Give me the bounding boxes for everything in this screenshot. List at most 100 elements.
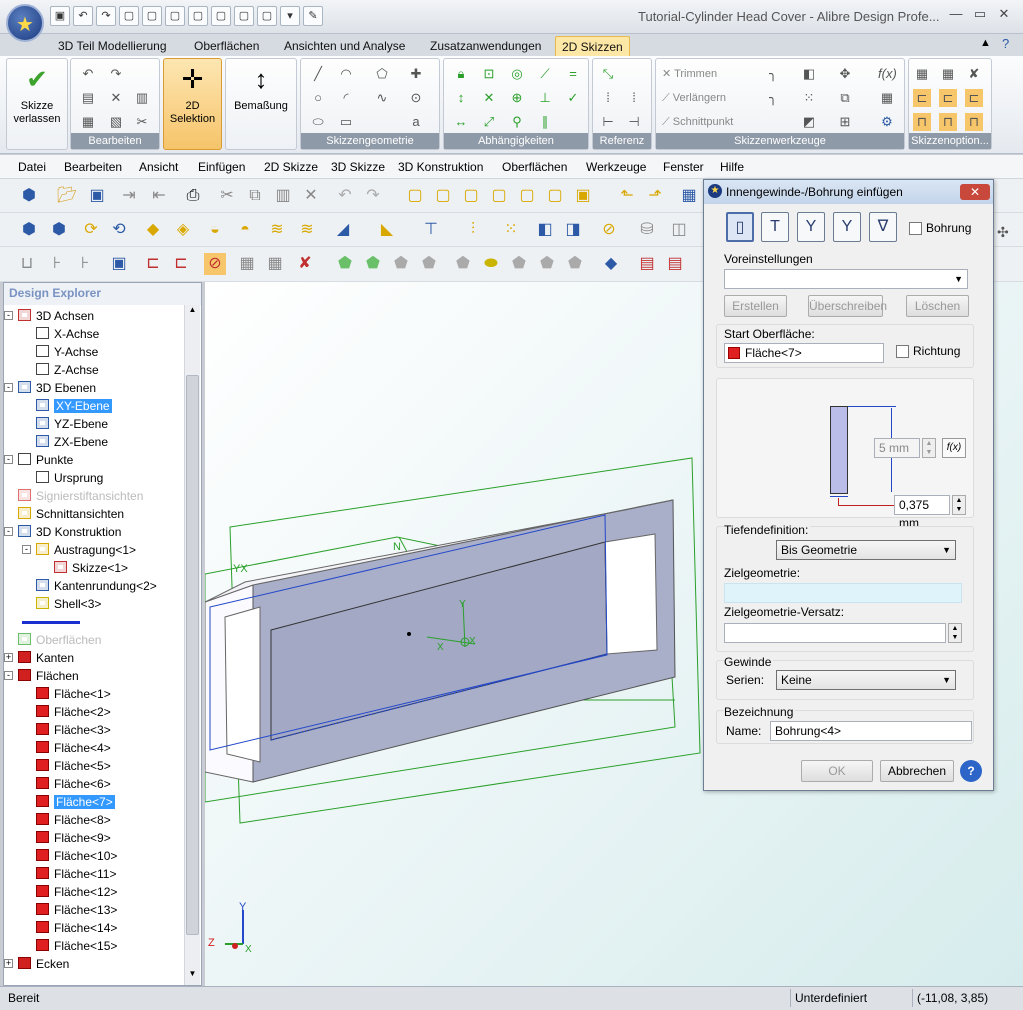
qat-customize-icon[interactable]: ▾: [280, 6, 300, 26]
grid-icon[interactable]: ▦: [913, 65, 931, 83]
extrude-boss-icon[interactable]: ⬢: [18, 219, 40, 241]
midpoint-icon[interactable]: ⊕: [508, 89, 526, 107]
extend-button[interactable]: ⟋ Verlängern: [662, 89, 726, 107]
show-ref-icon[interactable]: ⊓: [939, 113, 957, 131]
view-left-icon[interactable]: ▢: [460, 185, 482, 207]
copy-icon[interactable]: ⧉: [244, 185, 266, 207]
snap-grid-icon[interactable]: ▦: [939, 65, 957, 83]
dialog-help-icon[interactable]: ?: [960, 760, 982, 782]
tree-item[interactable]: Signierstiftansichten: [18, 487, 143, 505]
tree-item[interactable]: Fläche<13>: [36, 901, 117, 919]
coincident-icon[interactable]: ⊡: [480, 65, 498, 83]
symmetric-icon[interactable]: ⚲: [508, 113, 526, 131]
menu-3d-konstruktion[interactable]: 3D Konstruktion: [398, 160, 483, 174]
fix-icon[interactable]: ✓: [564, 89, 582, 107]
scroll-thumb[interactable]: [186, 375, 199, 935]
series-select[interactable]: Keine: [776, 670, 956, 690]
reference-project-icon[interactable]: ⊢: [599, 113, 617, 131]
tree-item[interactable]: Skizze<1>: [54, 559, 128, 577]
pdf-export-icon[interactable]: ▤: [664, 253, 686, 275]
delete-preset-button[interactable]: Löschen: [906, 295, 969, 317]
scissors-icon[interactable]: ✂: [133, 113, 151, 131]
circle-center-icon[interactable]: ⊙: [407, 89, 425, 107]
tree-collapse-icon[interactable]: -: [4, 311, 13, 320]
redo-icon[interactable]: ↷: [362, 185, 384, 207]
tree-item[interactable]: Kantenrundung<2>: [36, 577, 157, 595]
tree-collapse-icon[interactable]: -: [4, 527, 13, 536]
sketch-rect2-icon[interactable]: ⊏: [170, 253, 192, 275]
tree-item[interactable]: - 3D Achsen: [4, 307, 94, 325]
pdf-icon[interactable]: ▤: [636, 253, 658, 275]
view-front-icon[interactable]: ▢: [404, 185, 426, 207]
hole-counterbore-button[interactable]: T: [761, 212, 789, 242]
plane-insert-icon[interactable]: ⊘: [598, 219, 620, 241]
scroll-down-icon[interactable]: ▼: [186, 969, 199, 983]
tree-expand-icon[interactable]: +: [4, 653, 13, 662]
help-icon[interactable]: ?: [1002, 36, 1009, 51]
revolve-icon[interactable]: ⟳: [80, 219, 102, 241]
clipboard-icon[interactable]: ▦: [79, 113, 97, 131]
undo-icon[interactable]: ↶: [334, 185, 356, 207]
lock-icon[interactable]: 🔒︎: [452, 65, 470, 83]
view-back-icon[interactable]: ▢: [142, 6, 162, 26]
helix-icon[interactable]: ≋: [266, 219, 288, 241]
diameter-field[interactable]: 0,375 mm: [894, 495, 950, 530]
intersection-icon[interactable]: ✕: [480, 89, 498, 107]
tree-item[interactable]: Fläche<12>: [36, 883, 117, 901]
point-icon[interactable]: ✚: [407, 65, 425, 83]
reference-line-icon[interactable]: ⤡: [599, 65, 617, 83]
surface-3-icon[interactable]: ⬟: [390, 253, 412, 275]
tab-add-ons[interactable]: Zusatzanwendungen: [430, 36, 541, 56]
text-icon[interactable]: a: [407, 113, 425, 131]
surface-2-icon[interactable]: ⬟: [362, 253, 384, 275]
perpendicular-icon[interactable]: ⊥: [536, 89, 554, 107]
reference-project2-icon[interactable]: ⊣: [625, 113, 643, 131]
show-constraints-icon[interactable]: ⊏: [913, 89, 931, 107]
sketch-dimension2-icon[interactable]: ⊦: [74, 253, 96, 275]
hole-countersink2-button[interactable]: Y: [833, 212, 861, 242]
rollback-bar-icon[interactable]: [22, 621, 80, 625]
viewport-rotate-icon[interactable]: ✣: [997, 224, 1019, 246]
rotate-view-icon[interactable]: ⬏: [644, 185, 666, 207]
sketch-active-icon[interactable]: ⊘: [204, 253, 226, 275]
paste-icon[interactable]: ▥: [272, 185, 294, 207]
target-offset-spinner[interactable]: ▲ ▼: [948, 623, 962, 643]
mirror-feature-icon[interactable]: ◧: [534, 219, 556, 241]
show-points-icon[interactable]: ⊓: [913, 113, 931, 131]
paste-icon[interactable]: ▥: [133, 89, 151, 107]
start-surface-field[interactable]: Fläche<7>: [724, 343, 884, 363]
tree-item[interactable]: Fläche<11>: [36, 865, 117, 883]
surface-1-icon[interactable]: ⬟: [334, 253, 356, 275]
mirror-icon[interactable]: ◧: [800, 65, 818, 83]
sketch-project-icon[interactable]: ⊔: [16, 253, 38, 275]
sketch-dimension-icon[interactable]: ⊦: [46, 253, 68, 275]
reference-grid-icon[interactable]: ⁞: [599, 89, 617, 107]
pattern-icon[interactable]: ⁙: [800, 89, 818, 107]
offset-icon[interactable]: ◩: [800, 113, 818, 131]
direction-checkbox[interactable]: [896, 345, 909, 358]
auto-constraints-icon[interactable]: ⊏: [965, 89, 983, 107]
tree-collapse-icon[interactable]: -: [4, 455, 13, 464]
depth-equation-button[interactable]: f(x): [942, 438, 966, 458]
tree-item[interactable]: Fläche<15>: [36, 937, 117, 955]
table-icon[interactable]: ▦: [878, 89, 896, 107]
part-icon[interactable]: ⬢: [18, 185, 40, 207]
tree-item[interactable]: Fläche<9>: [36, 829, 111, 847]
tangent-icon[interactable]: ⟋: [536, 65, 554, 83]
arc-icon[interactable]: ◠: [337, 65, 355, 83]
menu-ansicht[interactable]: Ansicht: [139, 160, 178, 174]
tree-item[interactable]: - 3D Konstruktion: [4, 523, 121, 541]
loft-icon[interactable]: ◆: [142, 219, 164, 241]
overwrite-preset-button[interactable]: Überschreiben: [808, 295, 887, 317]
collinear-icon[interactable]: ⤢: [480, 113, 498, 131]
tangent-arc-icon[interactable]: ◜: [337, 89, 355, 107]
tree-expand-icon[interactable]: +: [4, 959, 13, 968]
tree-item[interactable]: Ursprung: [36, 469, 103, 487]
tree-collapse-icon[interactable]: -: [22, 545, 31, 554]
vertical-icon[interactable]: ↕: [452, 89, 470, 107]
copy-geometry-icon[interactable]: ⧉: [836, 89, 854, 107]
normal-to-icon[interactable]: ⬑: [616, 185, 638, 207]
2d-selection-button[interactable]: ✛ 2D Selektion: [166, 62, 219, 126]
diameter-spinner[interactable]: ▲ ▼: [952, 495, 966, 515]
minimize-icon[interactable]: —: [948, 6, 964, 22]
